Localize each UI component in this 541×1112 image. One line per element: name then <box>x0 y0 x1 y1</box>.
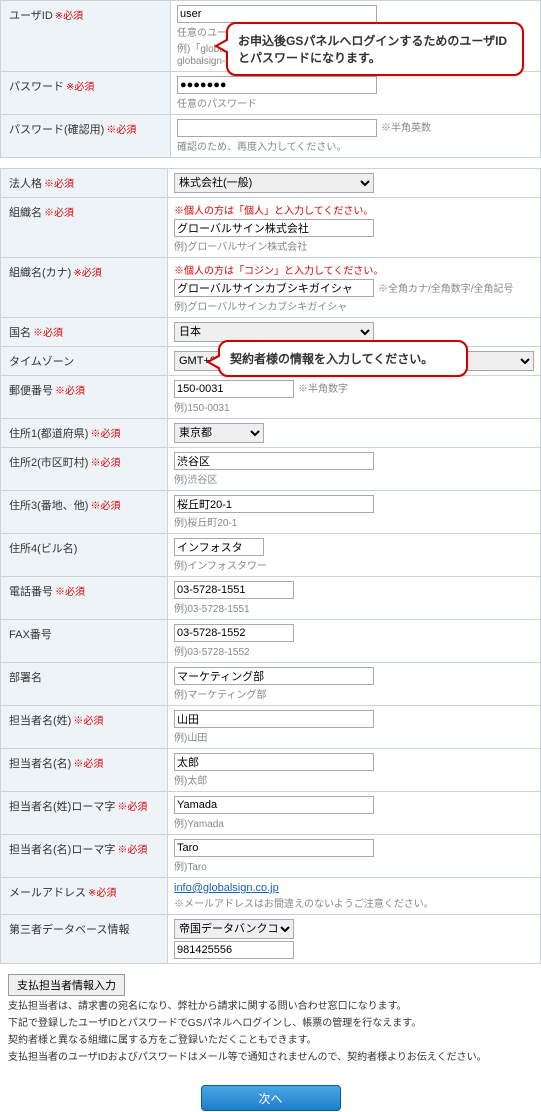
country-select[interactable]: 日本 <box>174 322 374 342</box>
footer-line1: 支払担当者は、請求書の宛名になり、弊社から請求に関する問い合わせ窓口になります。 <box>8 1000 541 1014</box>
footer-line4: 支払担当者のユーザIDおよびパスワードはメール等で通知されませんので、契約者様よ… <box>8 1051 541 1065</box>
password-input[interactable] <box>177 76 377 94</box>
fax-input[interactable] <box>174 624 294 642</box>
password-label: パスワード <box>9 81 64 93</box>
surname-roman-input[interactable] <box>174 796 374 814</box>
user-id-input[interactable] <box>177 5 377 23</box>
org-name-input[interactable] <box>174 219 374 237</box>
postal-input[interactable] <box>174 380 294 398</box>
thirdparty-label: 第三者データベース情報 <box>9 924 129 936</box>
dept-input[interactable] <box>174 667 374 685</box>
addr1-select[interactable]: 東京都 <box>174 423 264 443</box>
org-name-label: 組織名 <box>9 207 42 219</box>
next-button[interactable]: 次へ <box>201 1085 341 1111</box>
org-name-note: ※個人の方は「個人」と入力してください。 <box>174 202 534 217</box>
password-hint: 任意のパスワード <box>177 95 534 110</box>
required-marker: ※必須 <box>66 82 94 93</box>
country-label: 国名 <box>9 327 31 339</box>
callout-login-info: お申込後GSパネルへログインするためのユーザIDとパスワードになります。 <box>226 22 524 76</box>
addr4-input[interactable] <box>174 538 264 556</box>
surname-roman-label: 担当者名(姓)ローマ字 <box>9 801 115 813</box>
addr2-input[interactable] <box>174 452 374 470</box>
email-value[interactable]: info@globalsign.co.jp <box>174 882 279 894</box>
given-roman-input[interactable] <box>174 839 374 857</box>
pay-person-button[interactable]: 支払担当者情報入力 <box>8 974 125 996</box>
password-confirm-suffix: ※半角英数 <box>381 123 431 134</box>
addr2-label: 住所2(市区町村) <box>9 457 88 469</box>
required-marker: ※必須 <box>106 125 136 136</box>
addr3-input[interactable] <box>174 495 374 513</box>
org-name-kana-hint: 例)グローバルサインカブシキガイシャ <box>174 298 534 313</box>
email-label: メールアドレス <box>9 887 86 899</box>
dept-label: 部署名 <box>9 672 42 684</box>
user-id-label: ユーザID <box>9 10 53 22</box>
password-confirm-input[interactable] <box>177 119 377 137</box>
footer-line3: 契約者様と異なる組織に属する方をご登録いただくこともできます。 <box>8 1034 541 1048</box>
callout-contractor-info: 契約者様の情報を入力してください。 <box>218 340 468 377</box>
org-name-hint: 例)グローバルサイン株式会社 <box>174 238 534 253</box>
fax-label: FAX番号 <box>9 629 52 641</box>
section-contractor-info: 法人格※必須 株式会社(一般) 組織名※必須 ※個人の方は「個人」と入力してくだ… <box>0 168 541 964</box>
org-name-kana-note: ※個人の方は「コジン」と入力してください。 <box>174 262 534 277</box>
surname-label: 担当者名(姓) <box>9 715 71 727</box>
org-name-kana-input[interactable] <box>174 279 374 297</box>
thirdparty-input[interactable] <box>174 941 294 959</box>
addr4-label: 住所4(ビル名) <box>9 543 77 555</box>
given-label: 担当者名(名) <box>9 758 71 770</box>
thirdparty-select[interactable]: 帝国データバンクコード <box>174 919 294 939</box>
password-confirm-label: パスワード(確認用) <box>9 124 104 136</box>
org-name-kana-label: 組織名(カナ) <box>9 267 71 279</box>
given-roman-label: 担当者名(名)ローマ字 <box>9 844 115 856</box>
legal-type-label: 法人格 <box>9 178 42 190</box>
timezone-label: タイムゾーン <box>9 356 74 368</box>
addr1-label: 住所1(都道府県) <box>9 428 88 440</box>
footer-line2: 下記で登録したユーザIDとパスワードでGSパネルへログインし、帳票の管理を行なえ… <box>8 1017 541 1031</box>
required-marker: ※必須 <box>55 11 83 22</box>
postal-label: 郵便番号 <box>9 385 53 397</box>
tel-label: 電話番号 <box>9 586 53 598</box>
given-input[interactable] <box>174 753 374 771</box>
surname-input[interactable] <box>174 710 374 728</box>
legal-type-select[interactable]: 株式会社(一般) <box>174 173 374 193</box>
addr3-label: 住所3(番地、他) <box>9 500 88 512</box>
password-confirm-hint: 確認のため、再度入力してください。 <box>177 138 534 153</box>
tel-input[interactable] <box>174 581 294 599</box>
